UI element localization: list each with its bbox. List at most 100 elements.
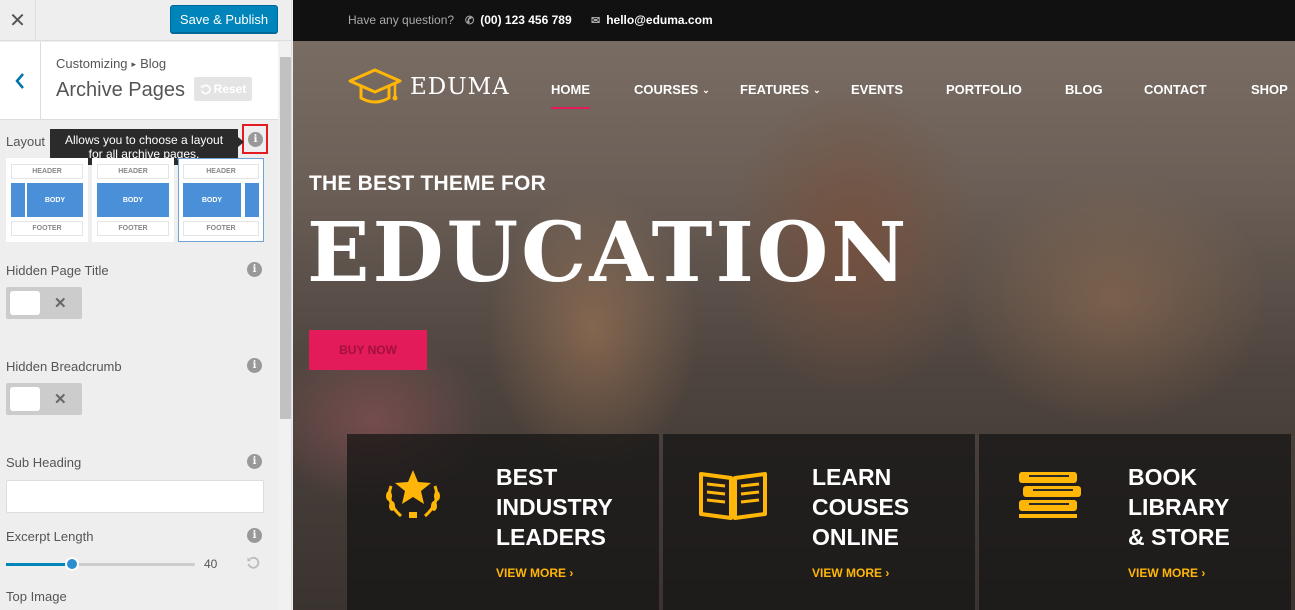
info-icon-highlight <box>242 124 268 154</box>
feature-title-line: BEST <box>496 464 558 490</box>
site-topbar: Have any question? ✆ (00) 123 456 789 ✉ he… <box>293 0 1295 41</box>
site-logo[interactable]: EDUMA <box>348 66 510 108</box>
nav-events[interactable]: EVENTS <box>851 82 903 97</box>
sidebar-scrollbar-thumb[interactable] <box>280 57 291 419</box>
slider-fill <box>6 563 73 566</box>
nav-courses[interactable]: COURSES ⌄ <box>634 82 710 97</box>
topbar-phone[interactable]: ✆ (00) 123 456 789 <box>465 13 572 27</box>
site-preview: Have any question? ✆ (00) 123 456 789 ✉ he… <box>293 0 1295 610</box>
save-publish-button[interactable]: Save & Publish <box>170 5 278 33</box>
feature-title-line: COUSES <box>812 494 910 520</box>
hidden-breadcrumb-label: Hidden Breadcrumb <box>6 359 122 374</box>
view-more-link[interactable]: VIEW MORE › <box>496 566 573 580</box>
back-button[interactable] <box>0 42 41 120</box>
section-title: Archive Pages <box>56 79 185 101</box>
feature-title: BEST INDUSTRY LEADERS <box>496 462 613 552</box>
toggle-off-icon: ✕ <box>54 295 67 312</box>
nav-contact[interactable]: CONTACT <box>1144 82 1207 97</box>
layout-footer-block: FOOTER <box>97 221 169 236</box>
hidden-page-title-info-icon[interactable]: i <box>247 262 262 277</box>
chevron-left-icon <box>15 73 24 89</box>
excerpt-length-value: 40 <box>204 557 218 571</box>
hidden-breadcrumb-toggle[interactable]: ✕ <box>6 383 82 415</box>
layout-body-block: BODY <box>97 183 169 217</box>
feature-title-line: ONLINE <box>812 524 899 550</box>
feature-title-line: & STORE <box>1128 524 1230 550</box>
chevron-down-icon: ⌄ <box>813 85 821 95</box>
excerpt-length-label: Excerpt Length <box>6 529 94 544</box>
breadcrumb-parent: Customizing <box>56 56 128 71</box>
hidden-page-title-label: Hidden Page Title <box>6 263 109 278</box>
hero-title: EDUCATION <box>307 205 910 301</box>
hero-subtitle: THE BEST THEME FOR <box>309 172 546 195</box>
nav-portfolio[interactable]: PORTFOLIO <box>946 82 1022 97</box>
breadcrumb-arrow-icon: ▸ <box>131 59 137 69</box>
phone-icon: ✆ <box>465 15 475 27</box>
reset-label: Reset <box>213 82 247 96</box>
feature-box-library: BOOK LIBRARY & STORE VIEW MORE › <box>979 434 1291 610</box>
feature-title-line: LEARN <box>812 464 892 490</box>
view-more-link[interactable]: VIEW MORE › <box>1128 566 1205 580</box>
layout-header-block: HEADER <box>97 164 169 179</box>
layout-label: Layout <box>6 134 46 149</box>
close-customizer-button[interactable]: ✕ <box>0 0 36 41</box>
layout-option-full-width[interactable]: HEADER BODY FOOTER <box>92 158 174 242</box>
layout-sidebar-block <box>245 183 259 217</box>
sub-heading-info-icon[interactable]: i <box>247 454 262 469</box>
top-image-label: Top Image <box>6 589 67 604</box>
layout-footer-block: FOOTER <box>183 221 259 236</box>
undo-icon <box>200 84 211 94</box>
breadcrumb: Customizing ▸ Blog <box>56 56 166 71</box>
book-stack-icon <box>1019 472 1081 518</box>
toggle-off-icon: ✕ <box>54 391 67 408</box>
excerpt-length-info-icon[interactable]: i <box>247 528 262 543</box>
reset-button[interactable]: Reset <box>194 77 252 101</box>
nav-features-label: FEATURES <box>740 82 810 97</box>
nav-home[interactable]: HOME <box>551 82 590 109</box>
sub-heading-label: Sub Heading <box>6 455 82 470</box>
feature-title-line: BOOK <box>1128 464 1197 490</box>
feature-title-line: LIBRARY <box>1128 494 1230 520</box>
sub-heading-input[interactable] <box>6 480 264 513</box>
layout-body-block: BODY <box>183 183 241 217</box>
feature-box-leaders: BEST INDUSTRY LEADERS VIEW MORE › <box>347 434 659 610</box>
breadcrumb-current: Blog <box>140 56 167 71</box>
customizer-sidebar: ✕ Save & Publish Customizing ▸ Blog Archiv… <box>0 0 292 610</box>
layout-header-block: HEADER <box>11 164 83 179</box>
customizer-header: ✕ Save & Publish <box>0 0 291 41</box>
graduation-cap-icon <box>348 68 402 104</box>
phone-number: (00) 123 456 789 <box>480 13 572 27</box>
slider-handle[interactable] <box>65 557 80 571</box>
buy-now-button[interactable]: BUY NOW <box>309 330 427 370</box>
feature-title-line: INDUSTRY <box>496 494 613 520</box>
star-laurel-icon <box>386 470 440 518</box>
toggle-knob <box>10 291 40 315</box>
feature-box-courses: LEARN COUSES ONLINE VIEW MORE › <box>663 434 975 610</box>
nav-courses-label: COURSES <box>634 82 699 97</box>
topbar-question: Have any question? <box>348 13 455 27</box>
layout-header-block: HEADER <box>183 164 259 179</box>
layout-footer-block: FOOTER <box>11 221 83 236</box>
open-book-icon <box>699 472 767 520</box>
nav-blog[interactable]: BLOG <box>1065 82 1103 97</box>
nav-features[interactable]: FEATURES ⌄ <box>740 82 821 97</box>
slider-reset-icon[interactable] <box>246 556 260 575</box>
feature-title-line: LEADERS <box>496 524 606 550</box>
layout-body-block: BODY <box>27 183 83 217</box>
view-more-link[interactable]: VIEW MORE › <box>812 566 889 580</box>
layout-option-right-sidebar[interactable]: HEADER BODY FOOTER <box>178 158 264 242</box>
chevron-down-icon: ⌄ <box>702 85 710 95</box>
layout-option-left-sidebar[interactable]: HEADER BODY FOOTER <box>6 158 88 242</box>
layout-sidebar-block <box>11 183 25 217</box>
envelope-icon: ✉ <box>591 15 601 27</box>
hidden-breadcrumb-info-icon[interactable]: i <box>247 358 262 373</box>
section-header: Customizing ▸ Blog Archive Pages Reset <box>0 42 278 120</box>
feature-title: LEARN COUSES ONLINE <box>812 462 909 552</box>
tooltip-line-1: Allows you to choose a layout <box>64 133 224 147</box>
toggle-knob <box>10 387 40 411</box>
hidden-page-title-toggle[interactable]: ✕ <box>6 287 82 319</box>
email-address: hello@eduma.com <box>606 13 713 27</box>
topbar-email[interactable]: ✉ hello@eduma.com <box>591 13 713 27</box>
nav-shop[interactable]: SHOP <box>1251 82 1288 97</box>
feature-title: BOOK LIBRARY & STORE <box>1128 462 1230 552</box>
